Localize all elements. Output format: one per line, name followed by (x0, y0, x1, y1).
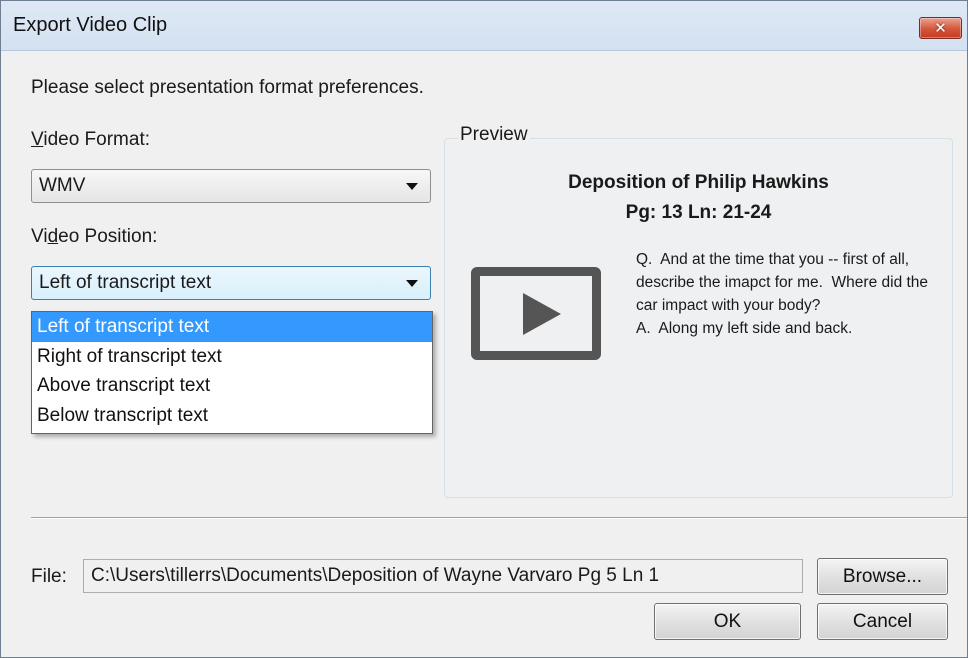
video-format-value: WMV (39, 175, 86, 196)
dialog-content: Please select presentation format prefer… (1, 52, 967, 657)
separator (31, 517, 967, 519)
dropdown-option-above[interactable]: Above transcript text (32, 371, 432, 401)
preview-title: Deposition of Philip Hawkins (568, 172, 829, 193)
dropdown-option-left[interactable]: Left of transcript text (32, 312, 432, 342)
accelerator-key: d (47, 226, 59, 247)
video-position-select[interactable]: Left of transcript text (31, 266, 431, 300)
play-icon (471, 267, 601, 360)
chevron-down-icon (406, 183, 418, 190)
ok-button[interactable]: OK (654, 603, 801, 640)
preview-transcript: Q. And at the time that you -- first of … (636, 251, 929, 337)
dropdown-option-below[interactable]: Below transcript text (32, 401, 432, 431)
video-format-select[interactable]: WMV (31, 169, 431, 203)
label-text: ideo Format: (43, 129, 150, 150)
chevron-down-icon (406, 280, 418, 287)
play-triangle (523, 293, 561, 335)
file-path-field[interactable]: C:\Users\tillerrs\Documents\Deposition o… (83, 559, 803, 593)
video-position-value: Left of transcript text (39, 272, 212, 293)
export-video-clip-dialog: Export Video Clip ✕ Please select presen… (0, 0, 968, 658)
label-text: Vi (31, 226, 48, 247)
file-label: File: (31, 566, 67, 587)
preview-subtitle: Pg: 13 Ln: 21-24 (625, 202, 772, 223)
window-title: Export Video Clip (13, 14, 168, 36)
cancel-button[interactable]: Cancel (817, 603, 948, 640)
close-icon: ✕ (934, 18, 947, 37)
video-format-label: Video Format: (31, 129, 150, 151)
video-position-label: Video Position: (31, 226, 157, 248)
title-bar: Export Video Clip ✕ (1, 1, 967, 51)
video-position-dropdown-list: Left of transcript text Right of transcr… (31, 311, 433, 434)
dropdown-option-right[interactable]: Right of transcript text (32, 342, 432, 372)
browse-button[interactable]: Browse... (817, 558, 948, 595)
label-text: eo Position: (58, 226, 158, 247)
preview-legend: Preview (458, 124, 530, 146)
instruction-text: Please select presentation format prefer… (31, 77, 424, 98)
accelerator-key: V (31, 129, 44, 150)
close-button[interactable]: ✕ (919, 17, 962, 39)
